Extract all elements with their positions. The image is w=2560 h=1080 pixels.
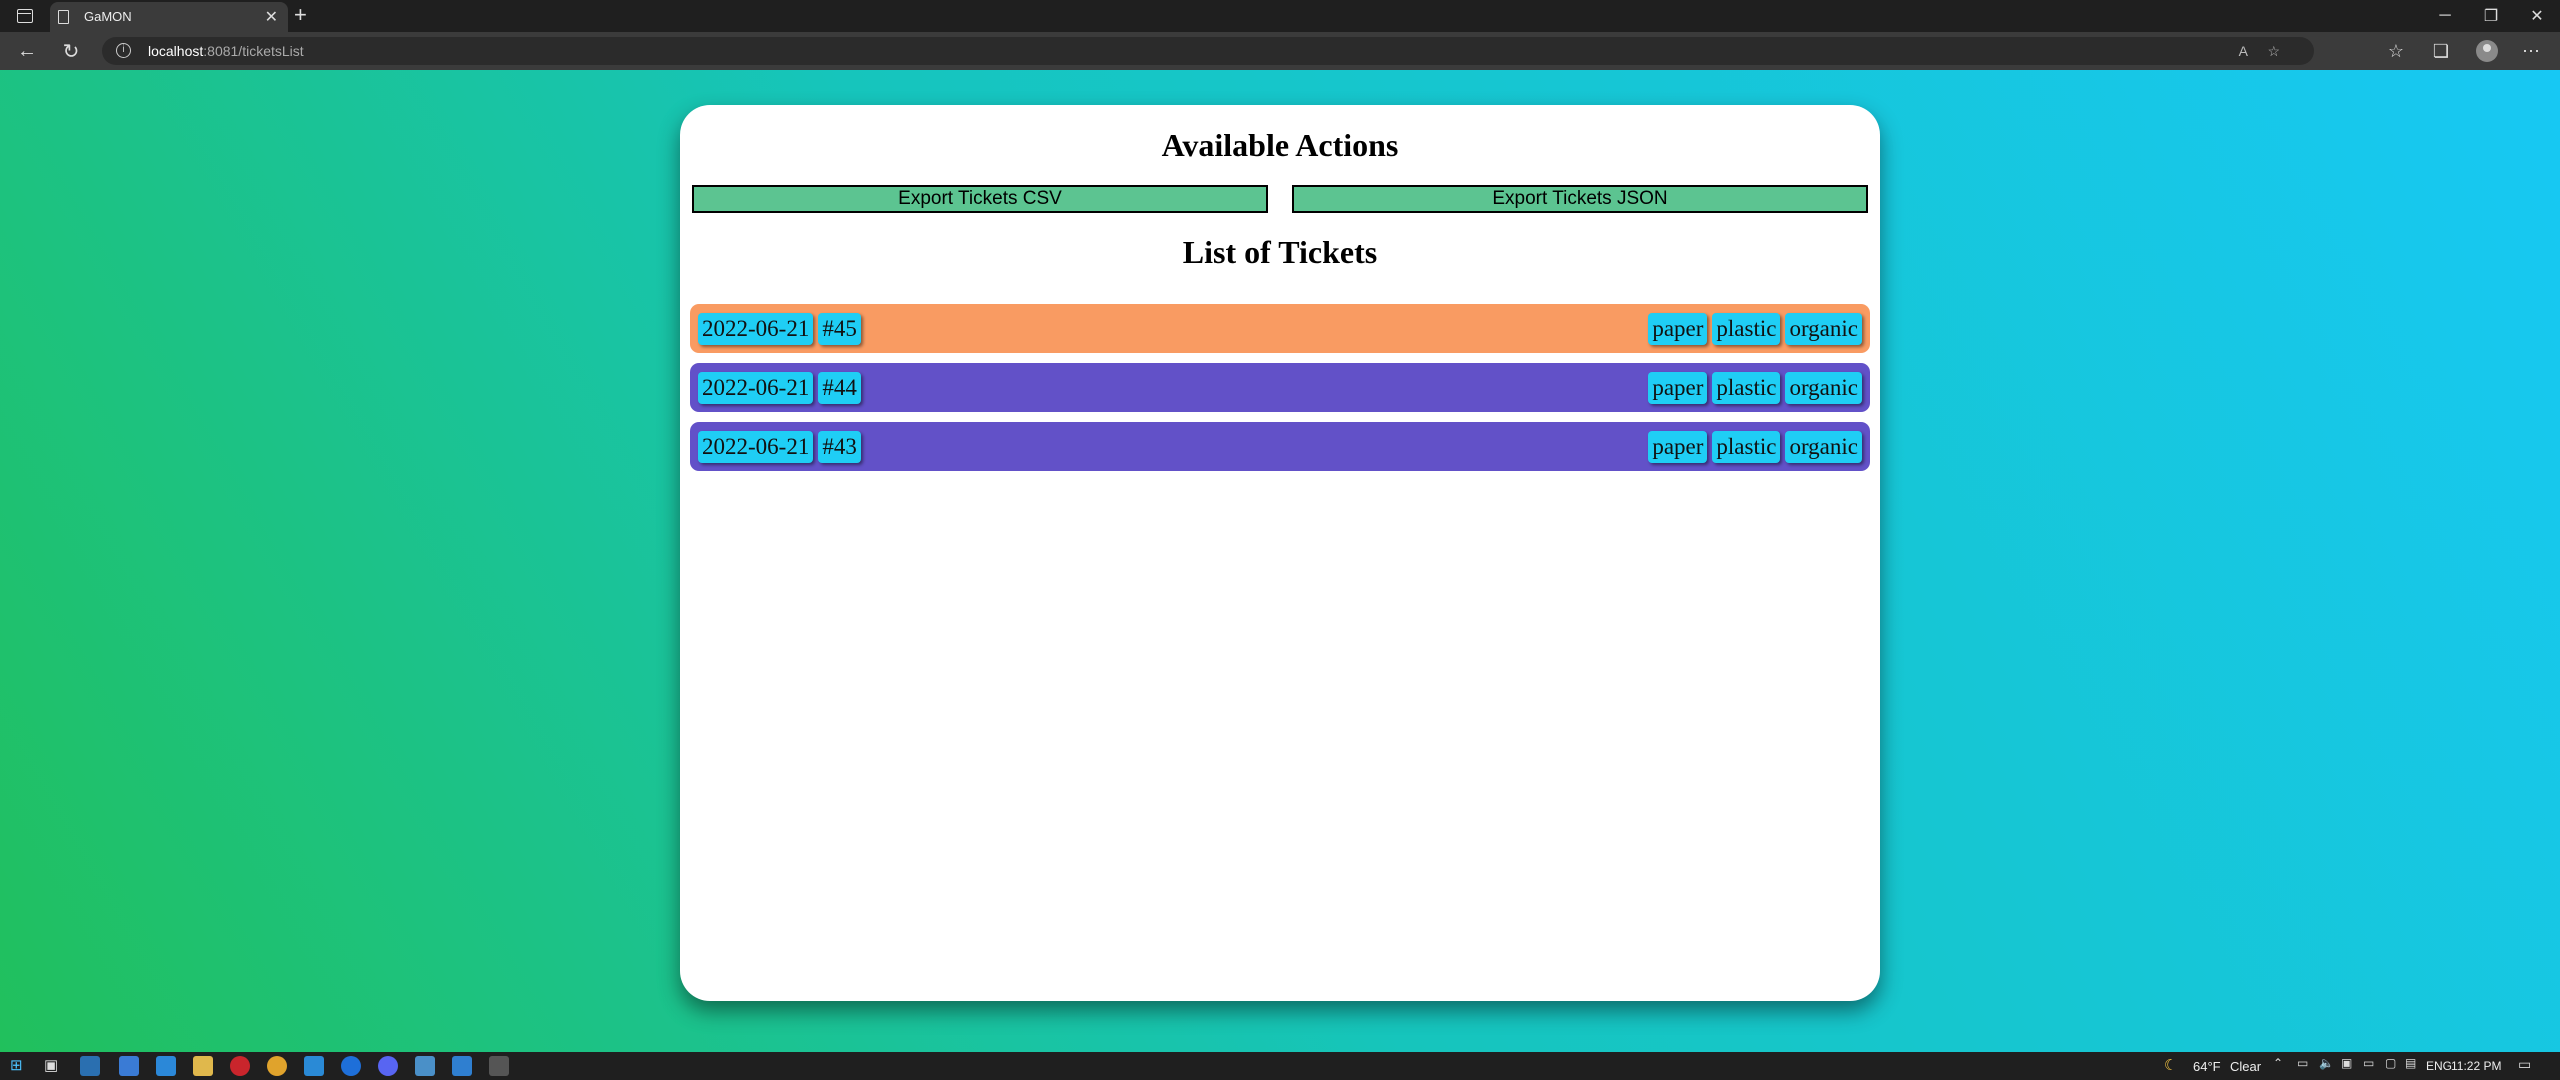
language-indicator[interactable]: ENG xyxy=(2426,1059,2452,1073)
url-path: :8081/ticketsList xyxy=(203,43,304,59)
ticket-meta: 2022-06-21 #44 xyxy=(698,371,861,404)
ticket-tags: paper plastic organic xyxy=(1648,430,1862,463)
tab-actions-icon[interactable] xyxy=(10,6,38,26)
browser-toolbar: ← ↻ i localhost:8081/ticketsList A ☆ ☆ ❏… xyxy=(0,32,2560,70)
store-app-icon[interactable] xyxy=(119,1056,139,1076)
tag-paper: paper xyxy=(1648,371,1708,404)
tag-paper: paper xyxy=(1648,430,1708,463)
ticket-number: #45 xyxy=(818,312,861,345)
tab-title: GaMON xyxy=(84,9,132,24)
back-icon[interactable]: ← xyxy=(14,38,40,64)
task-view-icon[interactable]: ▣ xyxy=(44,1056,58,1074)
tray-chevron-icon[interactable]: ⌃ xyxy=(2273,1056,2283,1070)
ticket-date: 2022-06-21 xyxy=(698,371,814,404)
mail-app-icon[interactable] xyxy=(156,1056,176,1076)
start-icon[interactable]: ⊞ xyxy=(10,1056,23,1074)
ticket-tags: paper plastic organic xyxy=(1648,371,1862,404)
volume-icon[interactable]: 🔈 xyxy=(2319,1056,2334,1070)
tag-paper: paper xyxy=(1648,312,1708,345)
address-bar[interactable]: i localhost:8081/ticketsList A ☆ xyxy=(102,37,2314,65)
tag-organic: organic xyxy=(1785,371,1862,404)
page-icon xyxy=(58,10,69,24)
ticket-meta: 2022-06-21 #45 xyxy=(698,312,861,345)
tag-plastic: plastic xyxy=(1712,371,1781,404)
tab-strip: GaMON ✕ + ─ ❐ ✕ xyxy=(0,0,2560,32)
ticket-row[interactable]: 2022-06-21 #44 paper plastic organic xyxy=(690,363,1870,412)
clock[interactable]: 11:22 PM xyxy=(2451,1059,2501,1073)
read-aloud-icon[interactable]: A xyxy=(2239,43,2248,59)
page-viewport: Available Actions Export Tickets CSV Exp… xyxy=(0,70,2560,1052)
new-tab-icon[interactable]: + xyxy=(294,2,307,28)
more-icon[interactable]: ⋯ xyxy=(2518,38,2544,64)
url-text: localhost:8081/ticketsList xyxy=(148,43,304,59)
opera-app-icon[interactable] xyxy=(230,1056,250,1076)
add-favorite-icon[interactable]: ☆ xyxy=(2267,43,2280,60)
close-window-icon[interactable]: ✕ xyxy=(2514,0,2560,32)
refresh-icon[interactable]: ↻ xyxy=(58,38,84,64)
window-controls: ─ ❐ ✕ xyxy=(2422,0,2560,32)
edge-app-icon[interactable] xyxy=(80,1056,100,1076)
weather-desc[interactable]: Clear xyxy=(2230,1059,2261,1074)
notifications-icon[interactable]: ▭ xyxy=(2518,1056,2531,1073)
ticket-list: 2022-06-21 #45 paper plastic organic 202… xyxy=(690,304,1870,481)
tray-icon[interactable]: ▭ xyxy=(2297,1056,2308,1070)
weather-temp[interactable]: 64°F xyxy=(2193,1059,2221,1074)
tag-organic: organic xyxy=(1785,312,1862,345)
tray-icon[interactable]: ▣ xyxy=(2341,1056,2352,1070)
export-csv-button[interactable]: Export Tickets CSV xyxy=(692,185,1268,213)
app-icon[interactable] xyxy=(415,1056,435,1076)
tag-plastic: plastic xyxy=(1712,312,1781,345)
tag-plastic: plastic xyxy=(1712,430,1781,463)
restore-icon[interactable]: ❐ xyxy=(2468,0,2514,32)
actions-heading: Available Actions xyxy=(1161,127,1399,163)
tray-icon[interactable]: ▤ xyxy=(2405,1056,2416,1070)
tickets-heading: List of Tickets xyxy=(1182,234,1378,270)
network-icon[interactable]: ▢ xyxy=(2385,1056,2396,1070)
ticket-date: 2022-06-21 xyxy=(698,312,814,345)
profile-avatar[interactable] xyxy=(2476,40,2498,62)
ticket-date: 2022-06-21 xyxy=(698,430,814,463)
info-icon[interactable]: i xyxy=(116,43,131,58)
ticket-number: #43 xyxy=(818,430,861,463)
weather-moon-icon[interactable]: ☾ xyxy=(2164,1056,2177,1074)
ticket-meta: 2022-06-21 #43 xyxy=(698,430,861,463)
main-card: Available Actions Export Tickets CSV Exp… xyxy=(680,105,1880,1001)
ticket-row[interactable]: 2022-06-21 #43 paper plastic organic xyxy=(690,422,1870,471)
explorer-app-icon[interactable] xyxy=(193,1056,213,1076)
tag-organic: organic xyxy=(1785,430,1862,463)
collections-icon[interactable]: ❏ xyxy=(2428,38,2454,64)
export-json-button[interactable]: Export Tickets JSON xyxy=(1292,185,1868,213)
battery-icon[interactable]: ▭ xyxy=(2363,1056,2374,1070)
terminal-app-icon[interactable] xyxy=(489,1056,509,1076)
vscode-app-icon[interactable] xyxy=(304,1056,324,1076)
favorites-icon[interactable]: ☆ xyxy=(2383,38,2409,64)
windows-taskbar: ⊞ ▣ ☾ 64°F Clear ⌃ ▭ 🔈 ▣ ▭ ▢ ▤ ENG 11:22… xyxy=(0,1052,2560,1080)
ticket-row[interactable]: 2022-06-21 #45 paper plastic organic xyxy=(690,304,1870,353)
discord-app-icon[interactable] xyxy=(378,1056,398,1076)
app-icon[interactable] xyxy=(452,1056,472,1076)
url-host: localhost xyxy=(148,43,204,59)
close-tab-icon[interactable]: ✕ xyxy=(265,7,278,27)
ticket-tags: paper plastic organic xyxy=(1648,312,1862,345)
minimize-icon[interactable]: ─ xyxy=(2422,0,2468,32)
active-tab[interactable]: GaMON ✕ xyxy=(50,2,288,32)
chrome-app-icon[interactable] xyxy=(267,1056,287,1076)
app-icon[interactable] xyxy=(341,1056,361,1076)
ticket-number: #44 xyxy=(818,371,861,404)
